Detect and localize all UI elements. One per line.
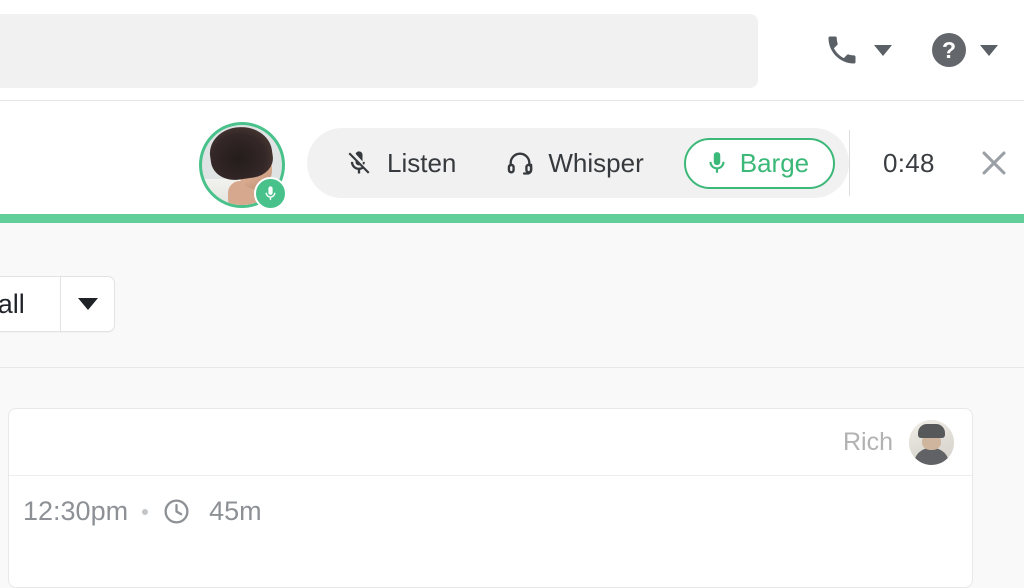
listen-button[interactable]: Listen	[335, 142, 466, 185]
owner-avatar-photo[interactable]	[909, 419, 954, 465]
header-actions: ?	[824, 0, 998, 100]
headset-icon	[506, 149, 534, 177]
whisper-button-label: Whisper	[548, 147, 644, 178]
close-icon[interactable]	[977, 146, 1011, 180]
microphone-icon	[704, 150, 730, 176]
activity-time: 12:30pm	[23, 496, 129, 526]
chevron-down-icon	[874, 44, 892, 56]
chevron-down-icon	[77, 298, 98, 310]
help-circle-icon: ?	[932, 33, 966, 67]
barge-button[interactable]: Barge	[683, 137, 836, 189]
owner-name: Rich	[842, 427, 893, 456]
help-menu-button[interactable]: ?	[932, 33, 998, 67]
call-split-button: Call	[0, 276, 115, 332]
call-dropdown-button[interactable]	[60, 276, 115, 332]
call-meta: 0:48	[849, 130, 1011, 196]
whisper-button[interactable]: Whisper	[496, 142, 653, 185]
caller-avatar[interactable]	[199, 122, 287, 210]
clock-icon	[162, 497, 191, 526]
phone-menu-button[interactable]	[824, 32, 892, 68]
barge-button-label: Barge	[739, 147, 810, 178]
record-toolbar: Call Activity Potential	[0, 223, 1024, 555]
microphone-off-icon	[345, 149, 373, 177]
activity-card-header: Rich	[9, 409, 972, 476]
listen-button-label: Listen	[387, 147, 457, 178]
chevron-down-icon	[980, 44, 998, 56]
call-timer: 0:48	[883, 147, 935, 178]
microphone-icon	[254, 177, 287, 210]
activity-card-body: 12:30pm 45m	[9, 476, 972, 545]
separator-dot	[142, 508, 149, 515]
phone-icon	[824, 32, 860, 68]
global-search-input[interactable]	[0, 14, 758, 88]
activity-duration: 45m	[209, 496, 262, 526]
active-call-indicator-strip	[0, 214, 1024, 223]
activity-card: Rich 12:30pm 45m	[8, 408, 973, 588]
top-header: ?	[0, 0, 1024, 101]
call-button[interactable]: Call	[0, 276, 60, 332]
call-monitor-controls: Listen Whisper Barge	[307, 128, 850, 198]
